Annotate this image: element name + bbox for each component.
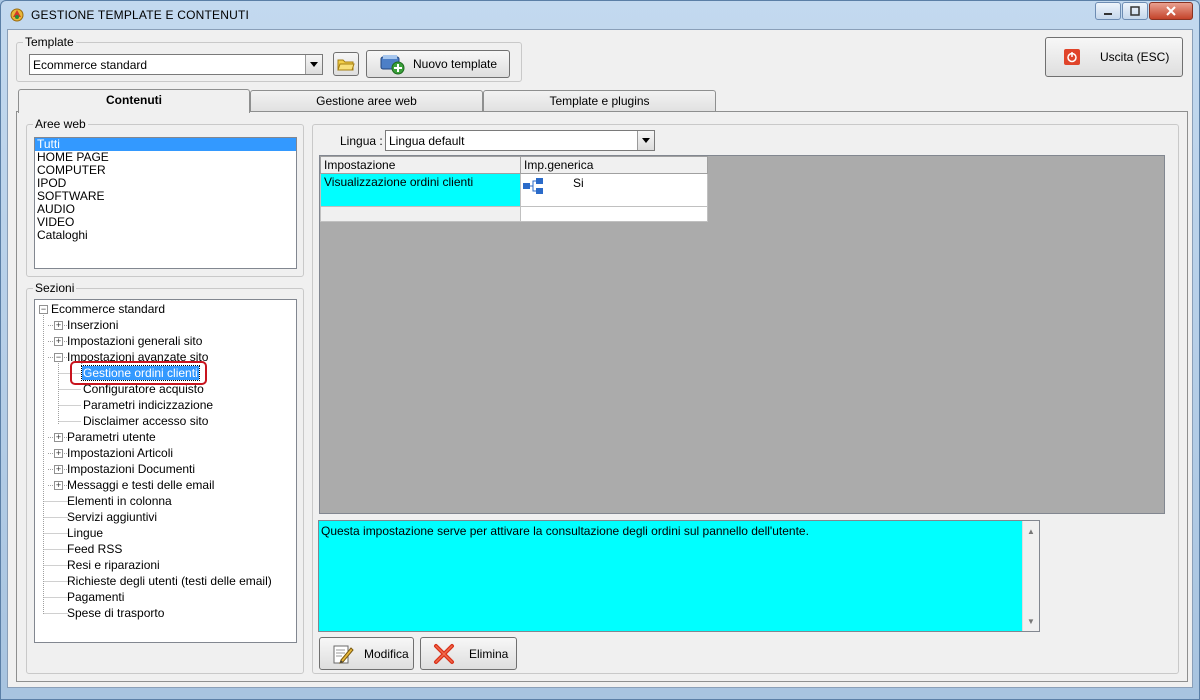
chevron-down-icon <box>642 138 650 143</box>
aree-web-list[interactable]: Tutti HOME PAGE COMPUTER IPOD SOFTWARE A… <box>34 137 297 269</box>
table-row[interactable]: Visualizzazione ordini clienti Si <box>320 173 708 207</box>
minimize-button[interactable] <box>1095 2 1121 20</box>
tree-node-inserzioni[interactable]: Inserzioni <box>67 317 118 333</box>
cell-empty[interactable] <box>520 206 708 222</box>
hierarchy-icon <box>523 178 543 194</box>
settings-grid[interactable]: Impostazione Imp.generica Visualizzazion… <box>319 155 1165 514</box>
open-folder-button[interactable] <box>333 52 359 76</box>
table-row[interactable] <box>320 206 708 222</box>
expand-icon[interactable]: + <box>54 481 63 490</box>
cell-impostazione[interactable]: Visualizzazione ordini clienti <box>320 173 521 207</box>
expand-icon[interactable]: + <box>54 465 63 474</box>
column-header-impostazione[interactable]: Impostazione <box>320 156 521 174</box>
collapse-icon[interactable]: − <box>54 353 63 362</box>
tree-node-parametri-indicizzazione[interactable]: Parametri indicizzazione <box>83 397 213 413</box>
tree-node-lingue[interactable]: Lingue <box>67 525 103 541</box>
tree-node-configuratore[interactable]: Configuratore acquisto <box>83 381 204 397</box>
tab-gestione-aree-web[interactable]: Gestione aree web <box>250 90 483 111</box>
tree-node-richieste[interactable]: Richieste degli utenti (testi delle emai… <box>67 573 272 589</box>
elimina-label: Elimina <box>469 646 509 661</box>
tree-node-impostazioni-avanzate[interactable]: Impostazioni avanzate sito <box>67 349 208 365</box>
power-icon <box>1064 49 1080 65</box>
expand-icon[interactable]: + <box>54 321 63 330</box>
expand-icon[interactable]: + <box>54 449 63 458</box>
cell-imp-generica-value: Si <box>573 176 584 190</box>
tree-node-gestione-ordini-label: Gestione ordini clienti <box>81 365 200 381</box>
delete-icon <box>434 643 454 664</box>
elimina-button[interactable]: Elimina <box>420 637 517 670</box>
tab-contenuti[interactable]: Contenuti <box>18 89 250 113</box>
aree-web-group: Aree web Tutti HOME PAGE COMPUTER IPOD S… <box>26 117 304 277</box>
tree-node-resi[interactable]: Resi e riparazioni <box>67 557 160 573</box>
template-group-label: Template <box>23 35 76 49</box>
settings-table: Impostazione Imp.generica Visualizzazion… <box>320 156 708 222</box>
close-button[interactable] <box>1149 2 1193 20</box>
cell-empty[interactable] <box>320 206 521 222</box>
lingua-select-value: Lingua default <box>389 134 465 148</box>
tree-node-impostazioni-articoli[interactable]: Impostazioni Articoli <box>67 445 173 461</box>
minimize-icon <box>1104 13 1112 15</box>
edit-icon <box>333 645 354 664</box>
maximize-icon <box>1130 6 1140 16</box>
list-item[interactable]: COMPUTER <box>35 164 296 177</box>
window-title: GESTIONE TEMPLATE E CONTENUTI <box>31 8 250 22</box>
main-window: GESTIONE TEMPLATE E CONTENUTI Template E… <box>0 0 1200 700</box>
tree-node-pagamenti[interactable]: Pagamenti <box>67 589 124 605</box>
tree-node-spese-trasporto[interactable]: Spese di trasporto <box>67 605 164 621</box>
tree-node-impostazioni-generali[interactable]: Impostazioni generali sito <box>67 333 202 349</box>
list-item[interactable]: AUDIO <box>35 203 296 216</box>
chevron-down-icon <box>310 62 318 67</box>
maximize-button[interactable] <box>1122 2 1148 20</box>
aree-web-label: Aree web <box>33 117 88 131</box>
lingua-label: Lingua : <box>340 134 383 148</box>
list-item[interactable]: Cataloghi <box>35 229 296 242</box>
window-controls <box>1094 2 1193 20</box>
scroll-up-icon[interactable]: ▲ <box>1023 523 1039 539</box>
tree-node-messaggi[interactable]: Messaggi e testi delle email <box>67 477 214 493</box>
folder-icon <box>337 59 355 71</box>
exit-button[interactable]: Uscita (ESC) <box>1045 37 1183 77</box>
description-box[interactable]: Questa impostazione serve per attivare l… <box>318 520 1040 632</box>
description-scrollbar[interactable]: ▲ ▼ <box>1022 521 1039 631</box>
sezioni-group: Sezioni − Ecommerce standard + Inserzion… <box>26 281 304 674</box>
tab-contenuti-label: Contenuti <box>106 93 162 107</box>
new-template-button[interactable]: Nuovo template <box>366 50 510 78</box>
description-text: Questa impostazione serve per attivare l… <box>321 524 809 538</box>
expand-icon[interactable]: + <box>54 337 63 346</box>
tree-node-impostazioni-documenti[interactable]: Impostazioni Documenti <box>67 461 195 477</box>
client-area: Template Ecommerce standard Nuovo templa… <box>7 29 1193 688</box>
template-select-value: Ecommerce standard <box>33 58 148 72</box>
tree-node-servizi[interactable]: Servizi aggiuntivi <box>67 509 157 525</box>
modifica-button[interactable]: Modifica <box>319 637 414 670</box>
tab-template-e-plugins[interactable]: Template e plugins <box>483 90 716 111</box>
new-template-icon <box>380 55 405 75</box>
lingua-select-arrow[interactable] <box>637 131 654 150</box>
close-icon <box>1166 6 1176 16</box>
tree-root[interactable]: Ecommerce standard <box>51 301 165 317</box>
tree-node-gestione-ordini[interactable]: Gestione ordini clienti <box>81 365 200 381</box>
template-select-arrow[interactable] <box>305 55 322 74</box>
scroll-down-icon[interactable]: ▼ <box>1023 613 1039 629</box>
app-icon <box>10 8 24 22</box>
tree-node-disclaimer[interactable]: Disclaimer accesso sito <box>83 413 208 429</box>
tree-node-parametri-utente[interactable]: Parametri utente <box>67 429 156 445</box>
title-bar: GESTIONE TEMPLATE E CONTENUTI <box>1 1 1199 29</box>
template-group: Template Ecommerce standard Nuovo templa… <box>16 35 522 82</box>
collapse-icon[interactable]: − <box>39 305 48 314</box>
sezioni-tree[interactable]: − Ecommerce standard + Inserzioni + Impo… <box>34 299 297 643</box>
cell-imp-generica[interactable]: Si <box>520 173 708 207</box>
expand-icon[interactable]: + <box>54 433 63 442</box>
exit-label: Uscita (ESC) <box>1100 50 1170 64</box>
tab-template-e-plugins-label: Template e plugins <box>549 94 650 108</box>
column-header-imp-generica[interactable]: Imp.generica <box>520 156 708 174</box>
lingua-select[interactable]: Lingua default <box>385 130 655 151</box>
tab-gestione-aree-web-label: Gestione aree web <box>316 94 417 108</box>
modifica-label: Modifica <box>364 646 409 661</box>
new-template-label: Nuovo template <box>413 57 498 71</box>
sezioni-label: Sezioni <box>33 281 77 295</box>
template-select[interactable]: Ecommerce standard <box>29 54 323 75</box>
tree-node-feed-rss[interactable]: Feed RSS <box>67 541 122 557</box>
tree-node-elementi-colonna[interactable]: Elementi in colonna <box>67 493 172 509</box>
